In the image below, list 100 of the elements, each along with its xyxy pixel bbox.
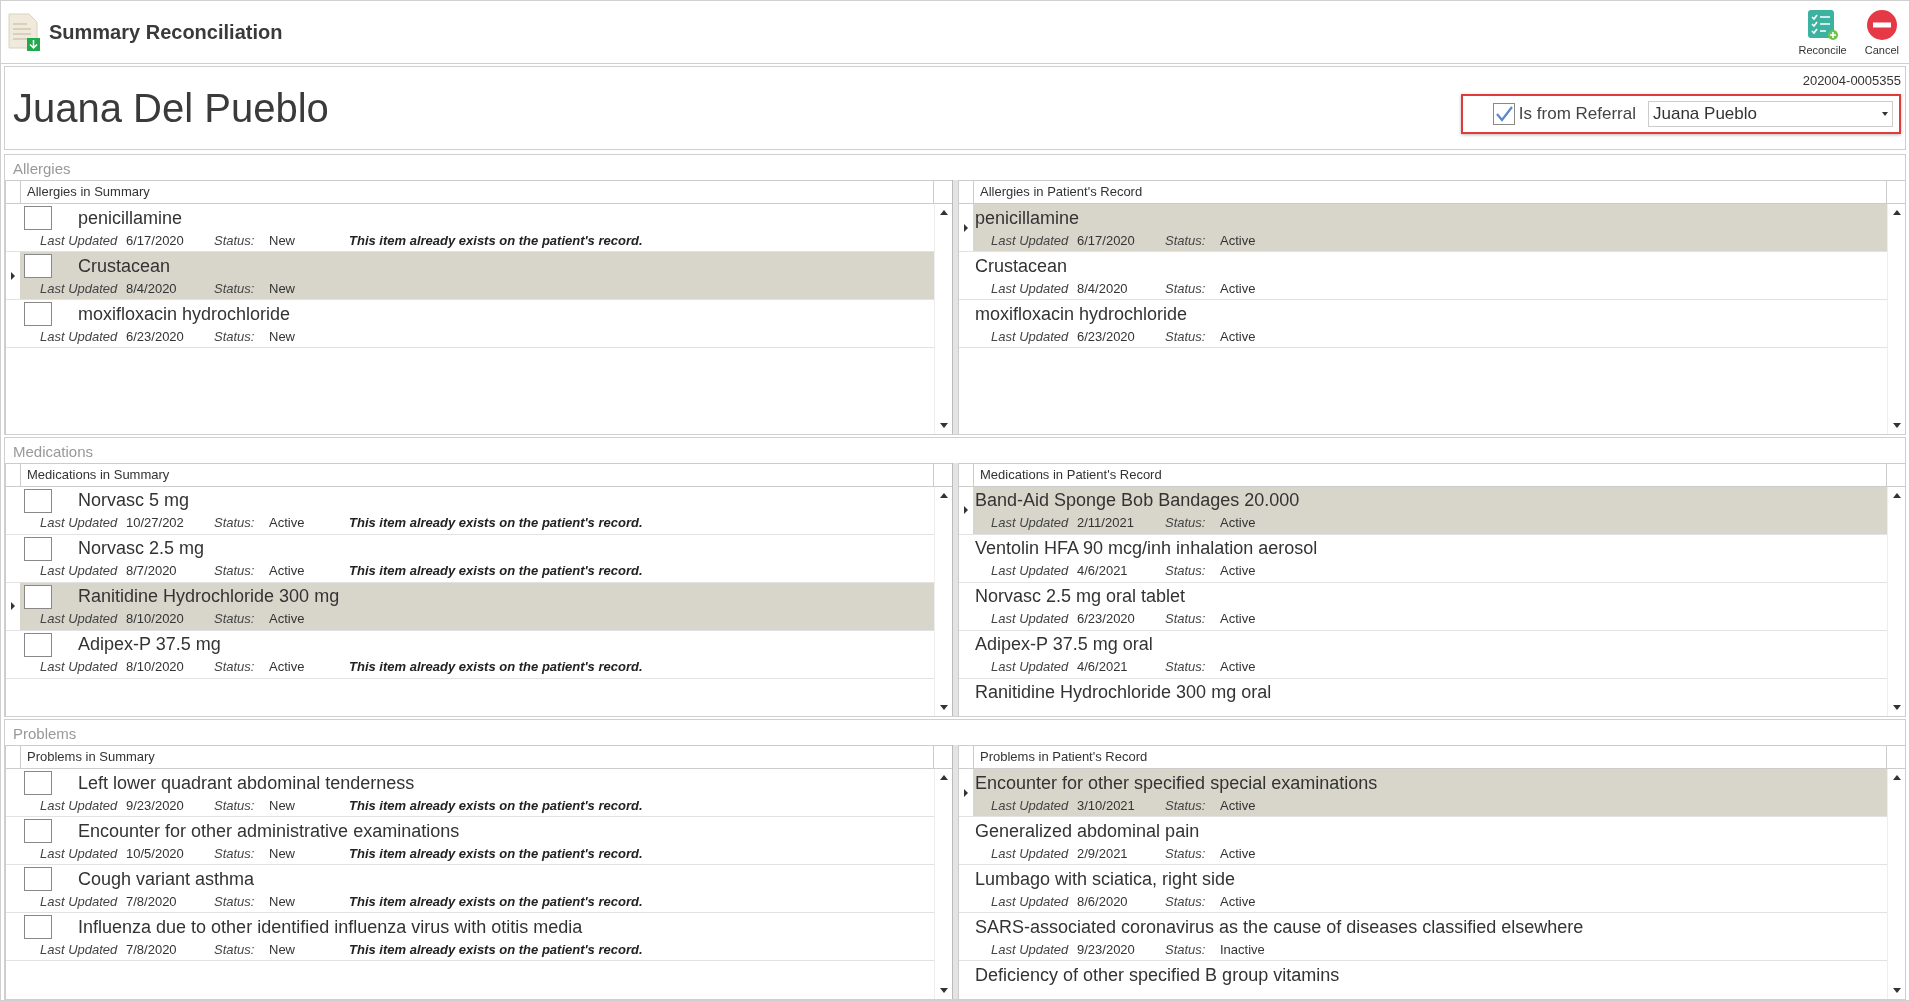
- summary-item[interactable]: Ranitidine Hydrochloride 300 mg Last Updated 8/10/2020 Status: Active: [6, 582, 934, 631]
- date-text: 6/23/2020: [126, 328, 185, 344]
- row-indicator-icon: [11, 602, 15, 611]
- summary-item[interactable]: Influenza due to other identified influenza virus with otitis media Last Updated 7/8/2020 Status: New This item already exists on the patient's record.: [6, 913, 934, 962]
- status-text: New: [269, 797, 296, 813]
- field-label: Last Updated: [991, 941, 1070, 957]
- referral-checkbox[interactable]: Is from Referral: [1492, 103, 1636, 125]
- reconcile-button[interactable]: Reconcile: [1794, 6, 1851, 58]
- summary-item[interactable]: Adipex-P 37.5 mg Last Updated 8/10/2020 Status: Active This item already exists on the patient's record.: [6, 630, 934, 679]
- field-label: Status:: [1165, 611, 1207, 627]
- field-label: Last Updated: [991, 659, 1070, 675]
- date-text: 7/8/2020: [126, 893, 178, 909]
- checkbox[interactable]: [24, 488, 52, 513]
- status-text: New: [269, 845, 296, 861]
- field-label: Last Updated: [991, 611, 1070, 627]
- record-item[interactable]: Deficiency of other specified B group vitamins: [959, 961, 1887, 999]
- status-text: Active: [269, 611, 306, 627]
- field-label: Last Updated: [40, 280, 119, 296]
- date-text: 8/6/2020: [1077, 893, 1129, 909]
- item-name: Norvasc 2.5 mg: [78, 538, 205, 560]
- field-label: Last Updated: [40, 563, 119, 579]
- checkbox[interactable]: [24, 771, 52, 796]
- date-text: 2/9/2021: [1077, 845, 1129, 861]
- item-name: Adipex-P 37.5 mg oral: [975, 634, 1153, 656]
- summary-item[interactable]: moxifloxacin hydrochloride Last Updated 6/23/2020 Status: New: [6, 300, 934, 348]
- record-item[interactable]: Norvasc 2.5 mg oral tablet Last Updated 6/23/2020 Status: Active: [959, 582, 1887, 631]
- summary-item[interactable]: Encounter for other administrative examinations Last Updated 10/5/2020 Status: New This item already exists on the patient's record.: [6, 817, 934, 866]
- record-item[interactable]: moxifloxacin hydrochloride Last Updated 6/23/2020 Status: Active: [959, 300, 1887, 348]
- item-name: Encounter for other specified special examinations: [975, 772, 1378, 794]
- section-title: Medications: [12, 441, 95, 462]
- item-name: Encounter for other administrative examinations: [78, 820, 460, 842]
- field-label: Last Updated: [991, 515, 1070, 531]
- field-label: Last Updated: [40, 328, 119, 344]
- date-text: 9/23/2020: [1077, 941, 1136, 957]
- field-label: Status:: [1165, 280, 1207, 296]
- status-text: Active: [269, 659, 306, 675]
- record-item[interactable]: Encounter for other specified special examinations Last Updated 3/10/2021 Status: Active: [959, 769, 1887, 818]
- field-label: Last Updated: [991, 563, 1070, 579]
- status-text: New: [269, 232, 296, 248]
- field-label: Last Updated: [991, 280, 1070, 296]
- item-name: moxifloxacin hydrochloride: [78, 303, 291, 325]
- record-item[interactable]: Band-Aid Sponge Bob Bandages 20.000 Last Updated 2/11/2021 Status: Active: [959, 486, 1887, 535]
- date-text: 7/8/2020: [126, 941, 178, 957]
- record-item[interactable]: penicillamine Last Updated 6/17/2020 Status: Active: [959, 204, 1887, 252]
- checkbox[interactable]: [24, 867, 52, 892]
- field-label: Status:: [214, 328, 256, 344]
- field-label: Last Updated: [991, 328, 1070, 344]
- record-item[interactable]: Ventolin HFA 90 mcg/inh inhalation aerosol Last Updated 4/6/2021 Status: Active: [959, 534, 1887, 583]
- record-item[interactable]: Lumbago with sciatica, right side Last Updated 8/6/2020 Status: Active: [959, 865, 1887, 914]
- column-header: Allergies in Summary: [26, 183, 151, 201]
- item-name: moxifloxacin hydrochloride: [975, 303, 1188, 325]
- record-item[interactable]: Crustacean Last Updated 8/4/2020 Status: Active: [959, 252, 1887, 300]
- date-text: 10/5/2020: [126, 845, 185, 861]
- cancel-icon: [1865, 8, 1898, 41]
- item-name: Ranitidine Hydrochloride 300 mg oral: [975, 682, 1272, 704]
- summary-item[interactable]: Left lower quadrant abdominal tenderness Last Updated 9/23/2020 Status: New This item already exists on the patient's record.: [6, 769, 934, 818]
- checkbox[interactable]: [24, 302, 52, 326]
- field-label: Status:: [1165, 797, 1207, 813]
- date-text: 8/4/2020: [1077, 280, 1129, 296]
- field-label: Status:: [1165, 845, 1207, 861]
- status-text: Active: [1220, 611, 1257, 627]
- row-indicator-icon: [11, 271, 15, 280]
- item-name: Generalized abdominal pain: [975, 820, 1200, 842]
- checkbox[interactable]: [24, 632, 52, 657]
- item-name: Adipex-P 37.5 mg: [78, 634, 221, 656]
- checkbox[interactable]: [24, 536, 52, 561]
- item-name: Cough variant asthma: [78, 868, 255, 890]
- checkbox[interactable]: [24, 915, 52, 940]
- caret-icon: [1882, 112, 1888, 116]
- cancel-button[interactable]: Cancel: [1860, 6, 1903, 58]
- field-label: Status:: [214, 611, 256, 627]
- notice-text: This item already exists on the patient's record.: [349, 893, 643, 909]
- summary-item[interactable]: Cough variant asthma Last Updated 7/8/2020 Status: New This item already exists on the patient's record.: [6, 865, 934, 914]
- summary-item[interactable]: Norvasc 5 mg Last Updated 10/27/202 Status: Active This item already exists on the patient's record.: [6, 486, 934, 535]
- record-item[interactable]: Adipex-P 37.5 mg oral Last Updated 4/6/2021 Status: Active: [959, 630, 1887, 679]
- notice-text: This item already exists on the patient's record.: [349, 797, 643, 813]
- checklist-icon: [1806, 8, 1839, 41]
- record-item[interactable]: Ranitidine Hydrochloride 300 mg oral: [959, 678, 1887, 717]
- column-header: Medications in Summary: [26, 465, 171, 484]
- referral-dropdown[interactable]: Juana Pueblo: [1648, 101, 1893, 127]
- field-label: Status:: [214, 563, 256, 579]
- column-header: Allergies in Patient's Record: [979, 183, 1144, 201]
- record-item[interactable]: SARS-associated coronavirus as the cause of diseases classified elsewhere Last Updated 9/23/2020 Status: Inactive: [959, 913, 1887, 962]
- date-text: 6/17/2020: [1077, 232, 1136, 248]
- summary-item[interactable]: Crustacean Last Updated 8/4/2020 Status: New: [6, 252, 934, 300]
- field-label: Status:: [214, 659, 256, 675]
- checkmark-icon: [1493, 104, 1514, 124]
- date-text: 8/4/2020: [126, 280, 178, 296]
- field-label: Status:: [1165, 232, 1207, 248]
- column-header: Medications in Patient's Record: [979, 465, 1163, 484]
- summary-item[interactable]: Norvasc 2.5 mg Last Updated 8/7/2020 Status: Active This item already exists on the patient's record.: [6, 534, 934, 583]
- field-label: Status:: [1165, 328, 1207, 344]
- checkbox[interactable]: [24, 254, 52, 278]
- checkbox[interactable]: [24, 819, 52, 844]
- status-text: New: [269, 280, 296, 296]
- item-name: Band-Aid Sponge Bob Bandages 20.000: [975, 490, 1300, 512]
- date-text: 4/6/2021: [1077, 659, 1129, 675]
- checkbox[interactable]: [24, 584, 52, 609]
- checkbox[interactable]: [24, 206, 52, 230]
- record-item[interactable]: Generalized abdominal pain Last Updated 2/9/2021 Status: Active: [959, 817, 1887, 866]
